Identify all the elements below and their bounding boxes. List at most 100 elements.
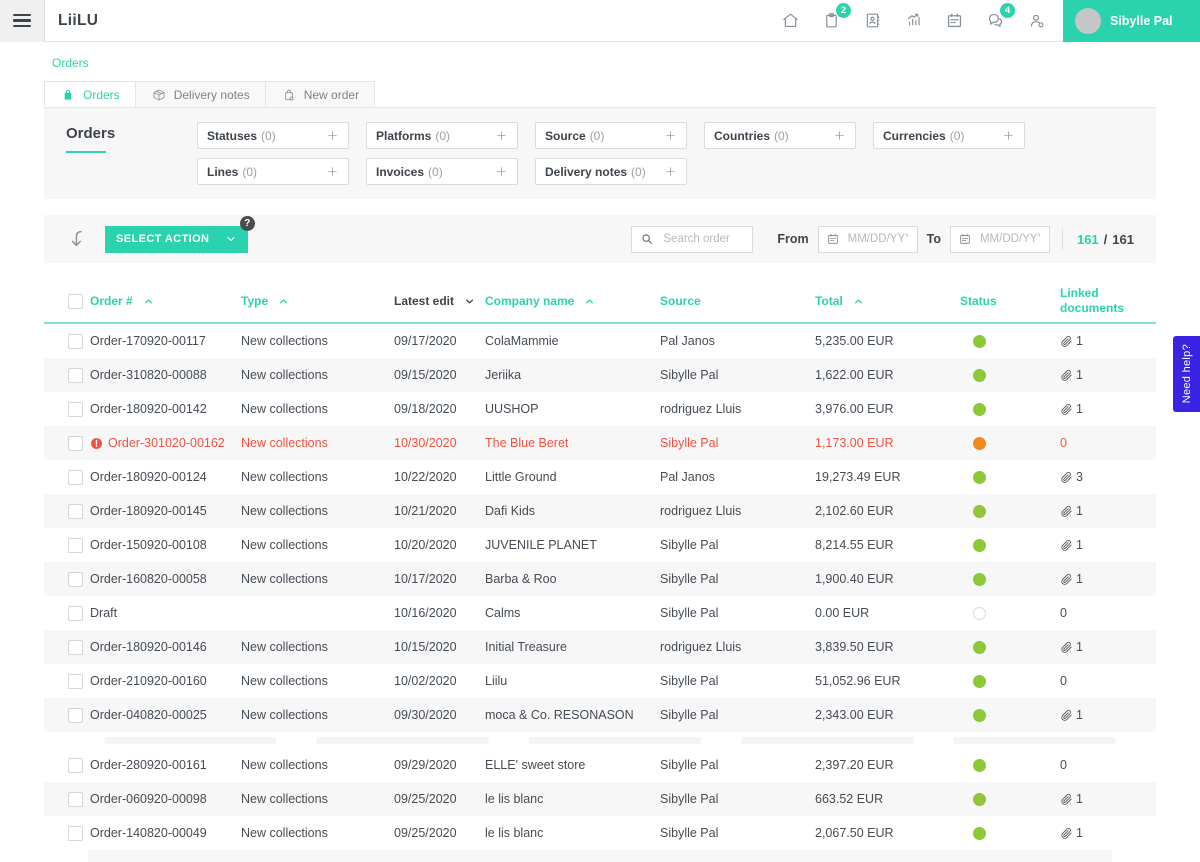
filter-platforms[interactable]: Platforms(0) <box>366 122 518 149</box>
table-row[interactable]: Order-301020-00162New collections10/30/2… <box>44 426 1156 460</box>
table-row[interactable]: Order-060920-00098New collections09/25/2… <box>44 782 1156 816</box>
table-row[interactable]: Order-210920-00160New collections10/02/2… <box>44 664 1156 698</box>
source-cell: rodriguez Lluis <box>660 402 815 416</box>
table-row[interactable]: Order-180920-00142New collections09/18/2… <box>44 392 1156 426</box>
paperclip-icon <box>1060 539 1073 552</box>
breadcrumb[interactable]: Orders <box>52 55 1200 71</box>
filter-lines[interactable]: Lines(0) <box>197 158 349 185</box>
select-all-checkbox[interactable] <box>68 294 83 309</box>
linked-documents-cell: 0 <box>1048 758 1156 772</box>
table-row[interactable]: Order-150920-00108New collections10/20/2… <box>44 528 1156 562</box>
tab-label: New order <box>304 88 359 102</box>
table-row[interactable]: Order-310820-00088New collections09/15/2… <box>44 358 1156 392</box>
type-cell: New collections <box>241 674 394 688</box>
row-checkbox[interactable] <box>68 470 83 485</box>
messages-nav-button[interactable]: 4 <box>975 0 1016 42</box>
stats-nav-button[interactable] <box>893 0 934 42</box>
total-cell: 3,839.50 EUR <box>815 640 960 654</box>
date-to-input[interactable] <box>978 232 1042 246</box>
status-dot <box>973 759 986 772</box>
table-row[interactable]: Order-170920-00117New collections09/17/2… <box>44 324 1156 358</box>
linked-documents-cell: 1 <box>1048 334 1156 348</box>
table-row[interactable]: Order-040820-00025New collections09/30/2… <box>44 698 1156 732</box>
row-checkbox[interactable] <box>68 606 83 621</box>
total-cell: 8,214.55 EUR <box>815 538 960 552</box>
filter-row-1: Statuses(0) Platforms(0) Source(0) Countrie… <box>197 122 1025 149</box>
plus-icon <box>326 129 339 142</box>
col-order-header[interactable]: Order # <box>90 294 241 309</box>
tab-orders[interactable]: Orders <box>44 81 136 107</box>
orders-nav-button[interactable]: 2 <box>811 0 852 42</box>
table-row[interactable]: Order-280920-00161New collections09/29/2… <box>44 748 1156 782</box>
latest-edit-cell: 09/29/2020 <box>394 758 485 772</box>
row-checkbox[interactable] <box>68 334 83 349</box>
company-name-cell: Little Ground <box>485 470 660 484</box>
order-number-cell: Order-310820-00088 <box>90 368 241 382</box>
need-help-button[interactable]: Need help? <box>1173 336 1200 412</box>
linked-documents-cell: 1 <box>1048 826 1156 840</box>
table-row[interactable]: Order-140820-00049New collections09/25/2… <box>44 816 1156 850</box>
status-dot <box>973 709 986 722</box>
source-cell: Sibylle Pal <box>660 826 815 840</box>
calendar-icon <box>826 232 840 246</box>
col-company-header[interactable]: Company name <box>485 294 660 309</box>
order-number-cell: Draft <box>90 606 241 620</box>
type-cell: New collections <box>241 436 394 450</box>
column-label: Order # <box>90 294 133 309</box>
row-checkbox[interactable] <box>68 538 83 553</box>
bag-icon <box>60 87 76 103</box>
col-total-header[interactable]: Total <box>815 294 960 309</box>
row-checkbox[interactable] <box>68 708 83 723</box>
filter-statuses[interactable]: Statuses(0) <box>197 122 349 149</box>
row-checkbox[interactable] <box>68 402 83 417</box>
calendar-nav-button[interactable] <box>934 0 975 42</box>
row-checkbox[interactable] <box>68 792 83 807</box>
tab-new-order[interactable]: New order <box>266 81 375 107</box>
help-badge[interactable]: ? <box>240 216 255 231</box>
col-type-header[interactable]: Type <box>241 294 394 309</box>
col-linked-header: Linked documents <box>1048 286 1128 316</box>
select-action-button[interactable]: SELECT ACTION ? <box>105 226 248 253</box>
row-checkbox[interactable] <box>68 572 83 587</box>
column-label: Source <box>660 294 701 309</box>
latest-edit-cell: 10/22/2020 <box>394 470 485 484</box>
home-nav-button[interactable] <box>770 0 811 42</box>
filter-delivery-notes[interactable]: Delivery notes(0) <box>535 158 687 185</box>
table-row[interactable]: Order-180920-00124New collections10/22/2… <box>44 460 1156 494</box>
filter-countries[interactable]: Countries(0) <box>704 122 856 149</box>
type-cell: New collections <box>241 792 394 806</box>
row-checkbox[interactable] <box>68 758 83 773</box>
user-menu[interactable]: Sibylle Pal <box>1063 0 1200 42</box>
row-checkbox[interactable] <box>68 674 83 689</box>
tab-delivery-notes[interactable]: Delivery notes <box>136 81 266 107</box>
account-nav-button[interactable] <box>1016 0 1057 42</box>
filter-label: Currencies <box>883 129 946 143</box>
filter-count: (0) <box>950 129 965 143</box>
table-row[interactable]: Order-180920-00145New collections10/21/2… <box>44 494 1156 528</box>
filter-source[interactable]: Source(0) <box>535 122 687 149</box>
table-row[interactable]: Order-160820-00058New collections10/17/2… <box>44 562 1156 596</box>
filter-count: (0) <box>242 165 257 179</box>
contacts-nav-button[interactable] <box>852 0 893 42</box>
filter-currencies[interactable]: Currencies (0) <box>873 122 1025 149</box>
row-checkbox[interactable] <box>68 436 83 451</box>
status-dot <box>973 675 986 688</box>
filter-invoices[interactable]: Invoices(0) <box>366 158 518 185</box>
row-checkbox[interactable] <box>68 368 83 383</box>
table-row[interactable]: Draft10/16/2020CalmsSibylle Pal0.00 EUR0 <box>44 596 1156 630</box>
company-name-cell: Barba & Roo <box>485 572 660 586</box>
table-row[interactable]: Order-180920-00146New collections10/15/2… <box>44 630 1156 664</box>
latest-edit-cell: 09/25/2020 <box>394 826 485 840</box>
linked-documents-cell: 1 <box>1048 504 1156 518</box>
row-checkbox[interactable] <box>68 826 83 841</box>
menu-button[interactable] <box>0 0 45 42</box>
status-dot <box>973 437 986 450</box>
bulk-import-icon[interactable] <box>66 227 91 252</box>
search-input[interactable] <box>661 232 744 246</box>
col-latest-header[interactable]: Latest edit <box>394 294 485 309</box>
row-checkbox[interactable] <box>68 504 83 519</box>
date-from-input[interactable] <box>846 232 910 246</box>
source-cell: Sibylle Pal <box>660 368 815 382</box>
filter-count: (0) <box>590 129 605 143</box>
row-checkbox[interactable] <box>68 640 83 655</box>
